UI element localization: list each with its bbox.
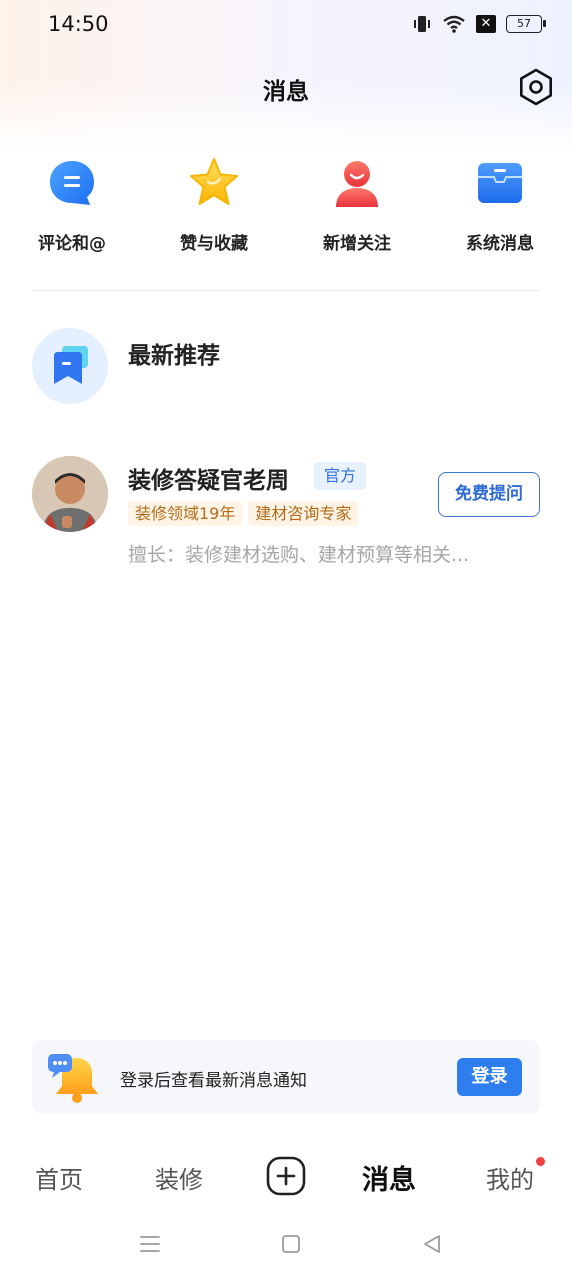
page-title: 消息 xyxy=(263,79,309,105)
quick-system[interactable]: 系统消息 xyxy=(445,155,555,254)
no-sim-icon: ✕ xyxy=(476,15,496,33)
recommend-avatar xyxy=(32,328,108,404)
settings-icon[interactable] xyxy=(516,67,556,107)
quick-comments[interactable]: 评论和@ xyxy=(17,155,127,254)
quick-system-label: 系统消息 xyxy=(466,234,534,254)
battery-icon: 57 xyxy=(506,15,546,33)
avatar xyxy=(32,456,108,532)
status-bar: 14:50 ✕ 57 xyxy=(0,0,572,52)
comment-icon xyxy=(50,161,94,205)
expert-name: 装修答疑官老周 xyxy=(128,468,289,494)
wifi-icon xyxy=(443,15,465,33)
status-time: 14:50 xyxy=(48,12,109,36)
person-icon xyxy=(336,161,378,207)
add-post-icon[interactable] xyxy=(266,1156,306,1196)
latest-recommend-item[interactable]: 最新推荐 xyxy=(32,328,540,408)
expert-tag: 装修领域19年 xyxy=(128,501,243,526)
divider xyxy=(32,290,540,291)
bookmark-icon xyxy=(54,346,88,384)
notification-dot xyxy=(536,1157,545,1166)
home-square-icon[interactable] xyxy=(279,1232,303,1256)
tab-home[interactable]: 首页 xyxy=(35,1160,83,1195)
quick-followers-label: 新增关注 xyxy=(323,234,391,254)
back-triangle-icon[interactable] xyxy=(420,1232,444,1256)
bottom-tab-bar: 首页 装修 消息 我的 xyxy=(0,1140,572,1210)
menu-icon[interactable] xyxy=(138,1232,162,1256)
expert-tags: 装修领域19年 建材咨询专家 xyxy=(128,501,359,526)
vibrate-icon xyxy=(414,16,430,32)
official-badge: 官方 xyxy=(314,462,367,490)
quick-likes-label: 赞与收藏 xyxy=(180,234,248,254)
expert-tag: 建材咨询专家 xyxy=(248,501,359,526)
quick-comments-label: 评论和@ xyxy=(38,234,106,254)
header: 消息 xyxy=(0,62,572,112)
mailbox-icon xyxy=(478,163,522,203)
system-nav-bar xyxy=(0,1220,572,1270)
tab-decor[interactable]: 装修 xyxy=(155,1160,203,1195)
star-icon xyxy=(190,158,238,205)
quick-followers[interactable]: 新增关注 xyxy=(302,155,412,254)
expert-card[interactable]: 装修答疑官老周 官方 装修领域19年 建材咨询专家 擅长：装修建材选购、建材预算… xyxy=(32,456,540,576)
status-icons: ✕ 57 xyxy=(412,14,546,34)
recommend-title: 最新推荐 xyxy=(128,343,220,369)
bell-icon xyxy=(48,1054,98,1103)
login-prompt: 登录后查看最新消息通知 登录 xyxy=(32,1040,540,1114)
free-ask-button[interactable]: 免费提问 xyxy=(438,472,540,517)
login-prompt-text: 登录后查看最新消息通知 xyxy=(120,1071,307,1091)
expert-photo xyxy=(32,456,108,532)
quick-likes[interactable]: 赞与收藏 xyxy=(159,155,269,254)
expert-description: 擅长：装修建材选购、建材预算等相关... xyxy=(128,544,470,566)
tab-messages[interactable]: 消息 xyxy=(362,1158,416,1197)
login-button[interactable]: 登录 xyxy=(457,1058,522,1096)
tab-mine[interactable]: 我的 xyxy=(486,1160,534,1195)
quick-actions: 评论和@ 赞与收藏 新增关注 系统消息 xyxy=(0,155,572,265)
